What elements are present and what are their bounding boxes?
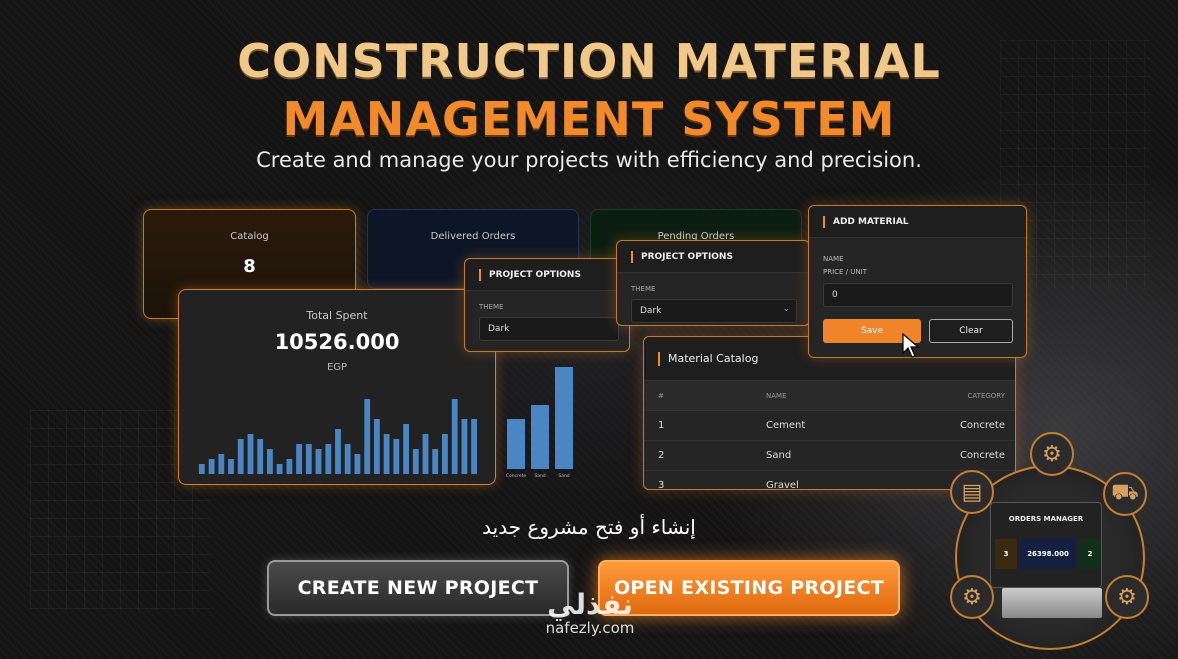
chart-bar xyxy=(403,424,409,474)
table-row[interactable]: 2 Sand Concrete xyxy=(644,441,1015,471)
project-options-panel: PROJECT OPTIONS THEME Dark xyxy=(464,258,630,352)
column-header: NAME xyxy=(766,391,787,400)
monitor-stand xyxy=(1002,588,1102,618)
chart-bar xyxy=(374,419,380,474)
material-name: Cement xyxy=(766,420,806,431)
column-header: CATEGORY xyxy=(967,391,1005,400)
theme-value: Dark xyxy=(640,306,662,316)
clear-button[interactable]: Clear xyxy=(929,319,1013,343)
chart-bar xyxy=(315,449,322,474)
table-row[interactable]: 1 Cement Concrete xyxy=(644,411,1015,441)
chart-bar xyxy=(228,459,234,474)
column-header: # xyxy=(658,391,664,400)
wheelbarrow-icon: ⛟ xyxy=(1103,472,1147,516)
mouse-cursor-icon xyxy=(902,333,920,358)
chart-bar xyxy=(461,419,468,474)
material-category: Concrete xyxy=(959,450,1005,461)
chart-bar xyxy=(208,459,215,474)
orders-manager-screen: ORDERS MANAGER 3 26398.000 2 xyxy=(990,502,1102,588)
chart-bar xyxy=(286,459,293,474)
watermark-url: nafezly.com xyxy=(545,619,635,637)
chart-bar xyxy=(422,434,429,474)
material-catalog-panel: Material Catalog # NAME CATEGORY 1 Cemen… xyxy=(643,336,1016,490)
mini-bar-label: Sand xyxy=(558,473,569,479)
chart-bar xyxy=(383,434,390,474)
settings-gear-icon: ⚙ xyxy=(1105,575,1149,619)
catalog-label: Catalog xyxy=(230,231,269,242)
orders-stat: 26398.000 xyxy=(1020,539,1076,569)
chart-bar xyxy=(325,444,332,474)
hero-title-line2: MANAGEMENT SYSTEM xyxy=(282,92,896,146)
chart-bar xyxy=(344,444,351,474)
chart-bar xyxy=(267,449,273,474)
theme-select[interactable]: Dark xyxy=(479,317,619,341)
material-mini-chart: Concrete Sand Sand xyxy=(506,367,573,479)
chart-bar xyxy=(354,454,361,474)
mini-bar-label: Concrete xyxy=(506,473,527,479)
watermark-arabic: نفذلي xyxy=(547,588,633,621)
chart-bar xyxy=(305,444,312,474)
chart-bar xyxy=(247,434,254,474)
chart-bar xyxy=(218,454,225,474)
table-header: # NAME CATEGORY xyxy=(644,381,1015,411)
material-name: Gravel xyxy=(766,480,799,490)
total-spent-label: Total Spent xyxy=(306,309,368,322)
chart-bar xyxy=(451,399,458,474)
chart-bar xyxy=(257,439,264,474)
total-spent-value: 10526.000 xyxy=(274,330,400,354)
price-label: PRICE / UNIT xyxy=(823,268,867,276)
panel-title: PROJECT OPTIONS xyxy=(465,259,629,291)
spending-bar-chart xyxy=(198,399,477,474)
cement-mixer-icon: ⚙ xyxy=(1030,432,1074,476)
row-number: 3 xyxy=(658,480,665,490)
chart-bar xyxy=(335,429,341,474)
theme-label: THEME xyxy=(631,285,656,293)
watermark: نفذلي nafezly.com xyxy=(520,588,660,637)
chart-bar xyxy=(237,439,244,474)
price-input[interactable]: 0 xyxy=(823,283,1013,307)
project-options-panel: PROJECT OPTIONS THEME Dark ⌄ xyxy=(616,240,810,326)
chart-bar xyxy=(412,449,419,474)
row-number: 1 xyxy=(658,420,665,431)
name-label: NAME xyxy=(823,255,844,263)
chart-bar xyxy=(432,449,439,474)
chart-bar xyxy=(442,434,448,474)
chart-bar xyxy=(296,444,302,474)
hero-title-line1: CONSTRUCTION MATERIAL xyxy=(237,34,941,88)
material-category: Concrete xyxy=(959,420,1005,431)
theme-value: Dark xyxy=(488,324,510,334)
chart-bar xyxy=(276,464,283,474)
mini-bar xyxy=(555,367,573,469)
steel-beam-icon: ▤ xyxy=(950,470,994,514)
orders-manager-title: ORDERS MANAGER xyxy=(1008,515,1084,523)
currency-label: EGP xyxy=(326,362,348,373)
orders-stat: 2 xyxy=(1079,539,1101,569)
delivered-label: Delivered Orders xyxy=(430,231,516,242)
theme-select[interactable]: Dark ⌄ xyxy=(631,299,797,323)
mini-bar xyxy=(507,419,525,469)
total-spent-card: Total Spent 10526.000 EGP xyxy=(178,289,496,485)
hero-subtitle: Create and manage your projects with eff… xyxy=(256,148,922,172)
mini-bar xyxy=(531,405,549,469)
chart-bar xyxy=(364,399,371,474)
panel-title: ADD MATERIAL xyxy=(809,206,1026,238)
material-name: Sand xyxy=(766,450,792,461)
field-labels: NAME PRICE / UNIT xyxy=(823,253,1026,279)
orders-stat: 3 xyxy=(995,539,1017,569)
row-number: 2 xyxy=(658,450,665,461)
theme-label: THEME xyxy=(479,303,504,311)
chart-bar xyxy=(471,419,477,474)
gears-icon: ⚙ xyxy=(950,575,994,619)
catalog-value: 8 xyxy=(243,256,256,277)
chart-bar xyxy=(393,439,400,474)
chevron-down-icon: ⌄ xyxy=(782,304,790,314)
panel-title: PROJECT OPTIONS xyxy=(617,241,809,273)
mini-bar-label: Sand xyxy=(534,473,545,479)
chart-bar xyxy=(198,464,205,474)
